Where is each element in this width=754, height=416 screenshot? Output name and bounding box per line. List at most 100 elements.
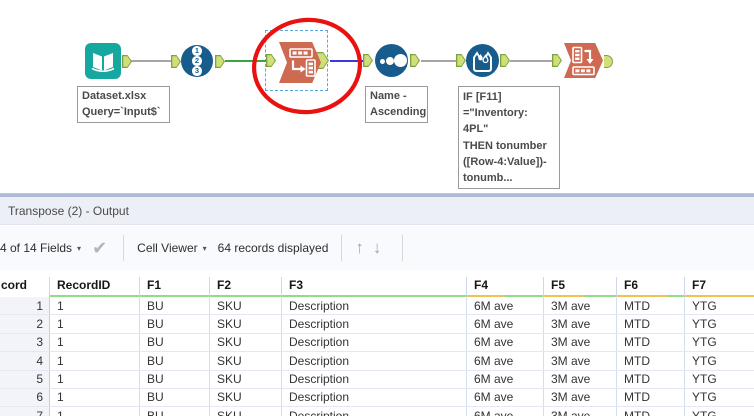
cell[interactable]: YTG <box>685 407 754 416</box>
cell[interactable]: MTD <box>617 407 685 416</box>
column-header[interactable]: cord <box>0 277 50 297</box>
row-number-cell[interactable]: 7 <box>0 407 50 416</box>
connection-formula-crosstab[interactable] <box>510 60 553 62</box>
table-row[interactable]: 1 1 BU SKU Description 6M ave 3M ave MTD YTG <box>0 297 754 316</box>
cell[interactable]: 6M ave <box>467 407 544 416</box>
cell[interactable]: SKU <box>210 407 282 416</box>
table-row[interactable]: 7 1 BU SKU Description 6M ave 3M ave MTD YTG <box>0 407 754 416</box>
cell[interactable]: 3M ave <box>544 370 617 388</box>
cell[interactable]: BU <box>140 333 210 352</box>
record-id-tool[interactable]: 1 2 3 <box>181 45 213 77</box>
cell[interactable]: SKU <box>210 297 282 315</box>
column-header[interactable]: F2 <box>210 277 282 297</box>
column-header[interactable]: F4 <box>467 277 544 297</box>
fields-selector[interactable]: 4 of 14 Fields <box>0 241 72 255</box>
cell[interactable]: SKU <box>210 370 282 388</box>
cell[interactable]: 3M ave <box>544 297 617 315</box>
input-anchor[interactable] <box>363 54 373 67</box>
cell[interactable]: BU <box>140 297 210 315</box>
chevron-down-icon[interactable]: ▾ <box>77 244 81 253</box>
connection-input-recordid[interactable] <box>131 60 173 62</box>
scroll-up-icon[interactable]: ↑ <box>355 238 364 258</box>
scroll-down-icon[interactable]: ↓ <box>373 238 382 258</box>
cell[interactable]: Description <box>282 333 467 352</box>
cell[interactable]: YTG <box>685 297 754 314</box>
connection-recordid-transpose[interactable] <box>225 60 268 62</box>
cell[interactable]: Description <box>282 370 467 388</box>
workflow-canvas[interactable]: 1 2 3 Dataset.xlsx Query=`Input$` Name -… <box>0 0 754 193</box>
cell[interactable]: Description <box>282 297 467 315</box>
cell[interactable]: 3M ave <box>544 388 617 407</box>
cell[interactable]: YTG <box>685 334 754 351</box>
cell[interactable]: 6M ave <box>467 388 544 407</box>
cell[interactable]: 6M ave <box>467 333 544 352</box>
cell[interactable]: 1 <box>50 315 140 333</box>
cell-viewer-selector[interactable]: Cell Viewer <box>137 241 197 255</box>
table-row[interactable]: 4 1 BU SKU Description 6M ave 3M ave MTD YTG <box>0 352 754 371</box>
cell[interactable]: Description <box>282 315 467 333</box>
cell[interactable]: SKU <box>210 315 282 333</box>
cell[interactable]: SKU <box>210 388 282 407</box>
input-anchor[interactable] <box>456 54 466 67</box>
table-row[interactable]: 5 1 BU SKU Description 6M ave 3M ave MTD YTG <box>0 370 754 389</box>
cell[interactable]: 6M ave <box>467 315 544 333</box>
output-anchor[interactable] <box>410 54 420 67</box>
cell[interactable]: 3M ave <box>544 352 617 370</box>
input-anchor[interactable] <box>552 54 562 67</box>
cell[interactable]: BU <box>140 388 210 407</box>
connection-sort-formula[interactable] <box>421 60 457 62</box>
output-anchor[interactable] <box>122 55 132 68</box>
cell[interactable]: 1 <box>50 333 140 352</box>
cell[interactable]: MTD <box>617 352 685 370</box>
column-header[interactable]: F5 <box>544 277 617 297</box>
column-header[interactable]: F1 <box>140 277 210 297</box>
chevron-down-icon[interactable]: ▾ <box>203 244 207 253</box>
apply-check-icon[interactable]: ✔ <box>92 238 107 259</box>
cell[interactable]: MTD <box>617 370 685 388</box>
cell[interactable]: BU <box>140 407 210 416</box>
row-number-cell[interactable]: 1 <box>0 297 50 315</box>
input-data-tool[interactable] <box>85 43 121 79</box>
cell[interactable]: 3M ave <box>544 407 617 416</box>
formula-tool[interactable] <box>466 44 499 77</box>
cell[interactable]: MTD <box>617 297 685 315</box>
cell[interactable]: Description <box>282 352 467 370</box>
table-row[interactable]: 3 1 BU SKU Description 6M ave 3M ave MTD YTG <box>0 333 754 353</box>
cell[interactable]: 1 <box>50 407 140 416</box>
cell[interactable]: BU <box>140 315 210 333</box>
cell[interactable]: 1 <box>50 388 140 407</box>
cell[interactable]: MTD <box>617 388 685 407</box>
cell[interactable]: SKU <box>210 352 282 370</box>
input-anchor[interactable] <box>171 55 181 68</box>
cell[interactable]: YTG <box>685 352 754 369</box>
output-anchor[interactable] <box>500 54 510 67</box>
cell[interactable]: 1 <box>50 297 140 315</box>
cell[interactable]: 6M ave <box>467 352 544 370</box>
row-number-cell[interactable]: 5 <box>0 370 50 388</box>
row-number-cell[interactable]: 6 <box>0 388 50 407</box>
row-number-cell[interactable]: 3 <box>0 333 50 352</box>
cell[interactable]: 6M ave <box>467 370 544 388</box>
cell[interactable]: MTD <box>617 315 685 333</box>
table-row[interactable]: 2 1 BU SKU Description 6M ave 3M ave MTD YTG <box>0 315 754 334</box>
column-header[interactable]: F7 <box>685 277 754 297</box>
cell[interactable]: 6M ave <box>467 297 544 315</box>
cell[interactable]: SKU <box>210 333 282 352</box>
cell[interactable]: Description <box>282 407 467 416</box>
cell[interactable]: MTD <box>617 333 685 352</box>
row-number-cell[interactable]: 2 <box>0 315 50 333</box>
column-header[interactable]: F3 <box>282 277 467 297</box>
sort-tool[interactable] <box>375 44 408 77</box>
cell[interactable]: 1 <box>50 370 140 388</box>
output-anchor[interactable] <box>215 55 225 68</box>
cell[interactable]: BU <box>140 370 210 388</box>
cell[interactable]: YTG <box>685 389 754 406</box>
row-number-cell[interactable]: 4 <box>0 352 50 370</box>
column-header[interactable]: RecordID <box>50 277 140 297</box>
results-grid[interactable]: cord RecordID F1 F2 F3 F4 F5 F6 F7 1 1 BU SKU Descri… <box>0 277 754 416</box>
cross-tab-tool[interactable] <box>564 43 603 78</box>
table-row[interactable]: 6 1 BU SKU Description 6M ave 3M ave MTD YTG <box>0 388 754 408</box>
cell[interactable]: 3M ave <box>544 315 617 333</box>
output-anchor[interactable] <box>604 55 613 68</box>
connection-transpose-sort[interactable] <box>330 60 364 62</box>
